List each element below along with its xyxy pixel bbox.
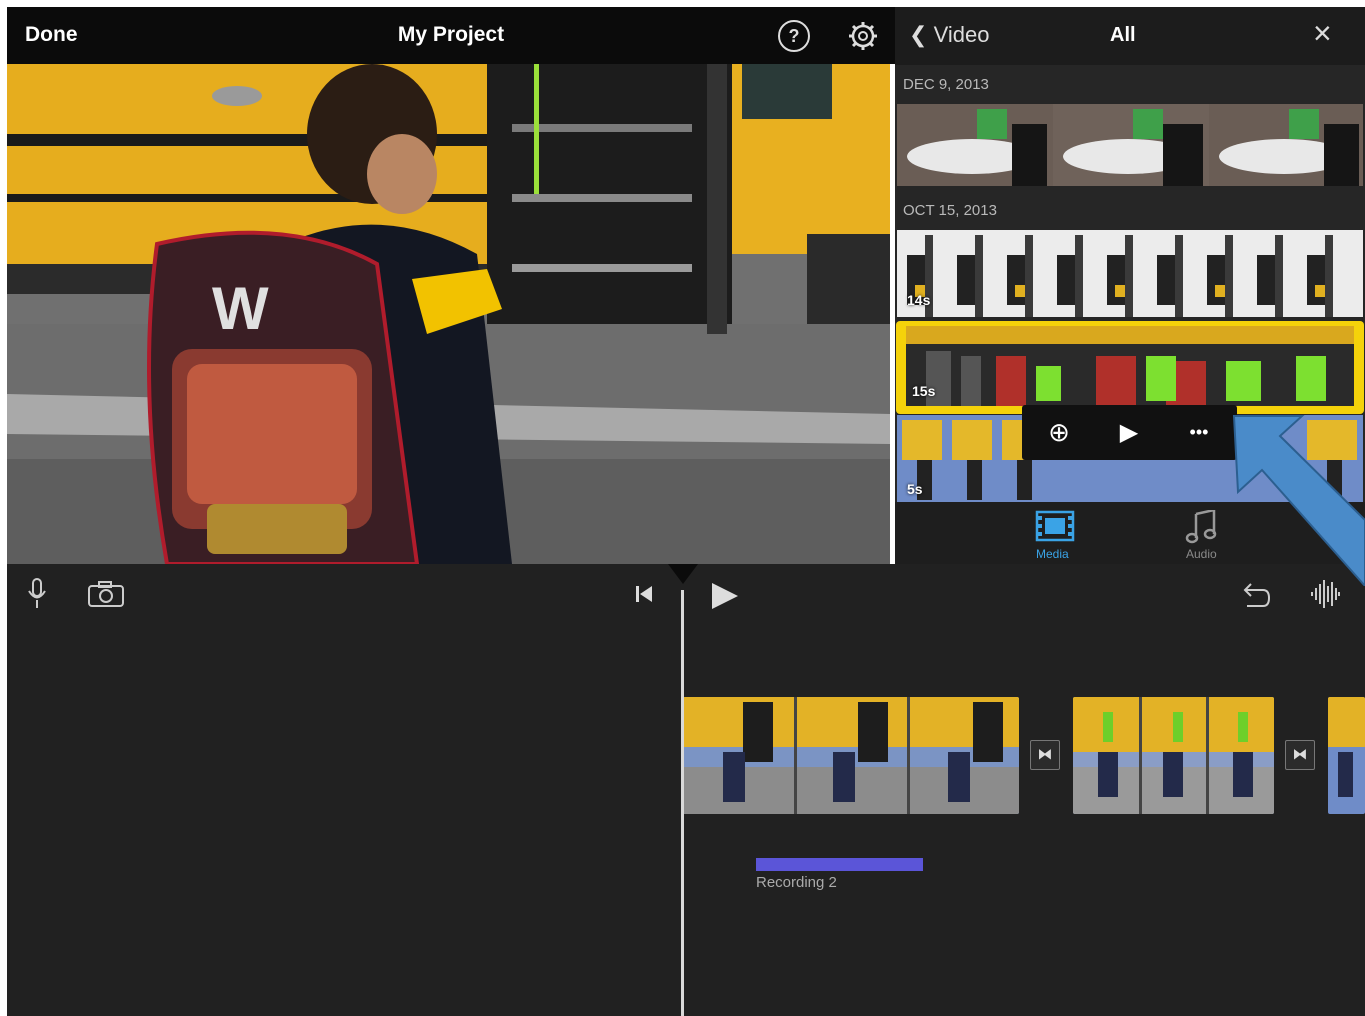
recording-audio-bar[interactable]: [756, 858, 923, 871]
video-clip[interactable]: 14s: [897, 230, 1363, 317]
playhead[interactable]: [681, 590, 684, 1016]
clip-action-popup: ⊕ ▶ •••: [1022, 405, 1237, 460]
timeline-panel: ⧓ ⧓: [7, 564, 1365, 1016]
date-header: DEC 9, 2013: [903, 76, 989, 93]
svg-text:W: W: [212, 275, 269, 342]
tab-label: Audio: [1186, 547, 1217, 561]
clip-duration: 15s: [912, 383, 936, 399]
video-clip-selected[interactable]: 15s: [896, 321, 1364, 414]
video-frame-image: W: [7, 64, 890, 564]
back-label: Video: [933, 22, 990, 47]
filter-all[interactable]: All: [1110, 24, 1136, 47]
date-header: OCT 15, 2013: [903, 202, 997, 219]
transition-button[interactable]: ⧓: [1030, 740, 1060, 770]
timeline-clip[interactable]: [1328, 697, 1365, 814]
timeline-clip[interactable]: [1073, 697, 1274, 814]
more-icon[interactable]: •••: [1166, 405, 1232, 460]
project-title: My Project: [397, 23, 505, 46]
music-note-icon: [1185, 510, 1217, 544]
video-preview[interactable]: W: [7, 64, 890, 564]
clip-thumbnails: [1328, 697, 1365, 814]
microphone-icon[interactable]: [27, 578, 47, 610]
chevron-left-icon: ❮: [909, 22, 928, 47]
play-icon[interactable]: ▶: [1096, 405, 1162, 460]
clip-frame: [897, 104, 1053, 186]
clip-duration: 14s: [907, 292, 931, 308]
help-icon[interactable]: ?: [778, 20, 810, 52]
tab-audio[interactable]: Audio: [1180, 510, 1230, 562]
tab-media[interactable]: Media: [1030, 510, 1080, 562]
clip-thumbnail-strip[interactable]: [897, 104, 1363, 186]
tab-label: Media: [1036, 547, 1069, 561]
transition-button[interactable]: ⧓: [1285, 740, 1315, 770]
clip-frame: [1209, 104, 1363, 186]
clip-duration: 5s: [907, 481, 923, 497]
camera-icon[interactable]: [87, 580, 125, 608]
clip-thumbnails: [897, 230, 1363, 317]
timeline-clip[interactable]: [683, 697, 1019, 814]
recording-label: Recording 2: [756, 874, 837, 891]
browser-header: ❮ Video All ×: [895, 7, 1365, 65]
top-bar: Done My Project ?: [7, 7, 895, 64]
clip-thumbnails: [683, 697, 1019, 814]
clip-thumbnails: [906, 326, 1354, 406]
play-icon[interactable]: [709, 580, 741, 612]
add-icon[interactable]: ⊕: [1026, 405, 1092, 460]
skip-to-start-icon[interactable]: [634, 584, 654, 604]
film-icon: [1035, 510, 1075, 542]
clip-thumbnails: [1073, 697, 1274, 814]
back-button[interactable]: ❮ Video: [909, 22, 989, 48]
settings-icon[interactable]: [847, 20, 879, 52]
close-icon[interactable]: ×: [1313, 17, 1332, 49]
callout-arrow: [1232, 415, 1365, 586]
playhead-marker: [668, 564, 698, 584]
clip-frame: [1053, 104, 1209, 186]
